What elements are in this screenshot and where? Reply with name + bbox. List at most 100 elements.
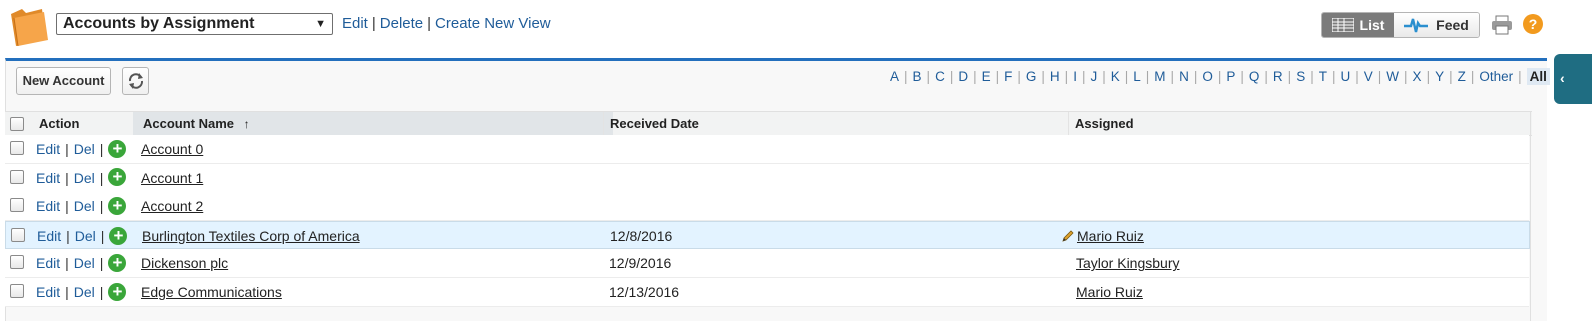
edit-link[interactable]: Edit bbox=[36, 255, 60, 271]
delete-view-link[interactable]: Delete bbox=[380, 15, 423, 32]
new-account-button[interactable]: New Account bbox=[16, 67, 111, 95]
edit-view-link[interactable]: Edit bbox=[342, 15, 368, 32]
edit-link[interactable]: Edit bbox=[36, 141, 60, 157]
alpha-filter-a[interactable]: A bbox=[890, 69, 899, 84]
alpha-filter-z[interactable]: Z bbox=[1458, 69, 1466, 84]
alpha-separator: | bbox=[1377, 69, 1382, 84]
row-checkbox[interactable] bbox=[10, 284, 24, 298]
row-checkbox[interactable] bbox=[10, 255, 24, 270]
pencil-icon[interactable] bbox=[1061, 229, 1075, 243]
alpha-filter-v[interactable]: V bbox=[1364, 69, 1373, 84]
alpha-filter-w[interactable]: W bbox=[1386, 69, 1399, 84]
view-select-value: Accounts by Assignment bbox=[63, 15, 255, 32]
alpha-separator: | bbox=[1017, 69, 1021, 84]
help-icon[interactable]: ? bbox=[1523, 14, 1543, 34]
refresh-button[interactable] bbox=[122, 67, 149, 95]
alpha-filter-m[interactable]: M bbox=[1154, 69, 1165, 84]
add-icon[interactable]: + bbox=[108, 282, 127, 301]
alpha-separator: | bbox=[1041, 69, 1045, 84]
assigned-user-link[interactable]: Mario Ruiz bbox=[1076, 284, 1143, 300]
alpha-filter-other[interactable]: Other bbox=[1479, 69, 1513, 84]
row-checkbox[interactable] bbox=[10, 169, 24, 184]
select-all-checkbox[interactable] bbox=[10, 117, 24, 131]
alpha-filter-b[interactable]: B bbox=[913, 69, 922, 84]
column-assigned[interactable]: Assigned bbox=[1068, 112, 1134, 135]
account-name-link[interactable]: Burlington Textiles Corp of America bbox=[142, 228, 360, 244]
alpha-separator: | bbox=[1170, 69, 1175, 84]
feed-label: Feed bbox=[1436, 17, 1469, 33]
add-icon[interactable]: + bbox=[109, 226, 128, 245]
alpha-filter-l[interactable]: L bbox=[1133, 69, 1141, 84]
alpha-separator: | bbox=[1240, 69, 1244, 84]
delete-link[interactable]: Del bbox=[74, 284, 95, 300]
alpha-separator: | bbox=[1310, 69, 1314, 84]
chevron-left-icon: ‹ bbox=[1560, 70, 1565, 86]
delete-link[interactable]: Del bbox=[75, 228, 96, 244]
row-actions: Edit | Del | + bbox=[36, 249, 127, 277]
alpha-separator: | bbox=[1193, 69, 1198, 84]
column-account-name[interactable]: Account Name ↑ bbox=[133, 112, 613, 135]
assigned-cell: Mario Ruiz bbox=[1076, 278, 1143, 306]
row-checkbox[interactable] bbox=[11, 227, 25, 242]
alpha-filter-k[interactable]: K bbox=[1111, 69, 1120, 84]
view-actions: Edit | Delete | Create New View bbox=[342, 15, 551, 32]
account-name-cell: Account 0 bbox=[141, 135, 203, 163]
alpha-filter-e[interactable]: E bbox=[982, 69, 991, 84]
delete-link[interactable]: Del bbox=[74, 170, 95, 186]
alpha-filter-all[interactable]: All bbox=[1526, 68, 1550, 85]
assigned-user-link[interactable]: Taylor Kingsbury bbox=[1076, 255, 1180, 271]
alpha-filter-r[interactable]: R bbox=[1273, 69, 1283, 84]
delete-link[interactable]: Del bbox=[74, 255, 95, 271]
alpha-filter-u[interactable]: U bbox=[1340, 69, 1350, 84]
add-icon[interactable]: + bbox=[108, 254, 127, 273]
alpha-filter-q[interactable]: Q bbox=[1249, 69, 1260, 84]
account-name-cell: Dickenson plc bbox=[141, 249, 228, 277]
alpha-filter-c[interactable]: C bbox=[935, 69, 945, 84]
edit-link[interactable]: Edit bbox=[36, 198, 60, 214]
alpha-filter-x[interactable]: X bbox=[1413, 69, 1422, 84]
alpha-filter-o[interactable]: O bbox=[1202, 69, 1213, 84]
account-name-link[interactable]: Edge Communications bbox=[141, 284, 282, 300]
list-view-button[interactable]: List bbox=[1322, 13, 1394, 37]
add-icon[interactable]: + bbox=[108, 168, 127, 187]
column-account-name-label: Account Name bbox=[143, 116, 235, 131]
delete-link[interactable]: Del bbox=[74, 198, 95, 214]
alpha-separator: | bbox=[1124, 69, 1129, 84]
assigned-user-link[interactable]: Mario Ruiz bbox=[1077, 228, 1144, 244]
edit-link[interactable]: Edit bbox=[37, 228, 61, 244]
alpha-filter-n[interactable]: N bbox=[1179, 69, 1189, 84]
row-checkbox[interactable] bbox=[10, 141, 24, 155]
account-name-link[interactable]: Account 0 bbox=[141, 141, 203, 157]
account-name-link[interactable]: Account 1 bbox=[141, 170, 203, 186]
row-checkbox[interactable] bbox=[10, 198, 24, 213]
view-select[interactable]: Accounts by Assignment ▼ bbox=[56, 13, 333, 35]
alpha-separator: | bbox=[1449, 69, 1453, 84]
alpha-separator: | bbox=[1264, 69, 1268, 84]
alpha-filter-s[interactable]: S bbox=[1296, 69, 1305, 84]
account-name-link[interactable]: Dickenson plc bbox=[141, 255, 228, 271]
edit-link[interactable]: Edit bbox=[36, 284, 60, 300]
row-actions: Edit | Del | + bbox=[36, 278, 127, 306]
side-panel-handle[interactable]: ‹ bbox=[1554, 54, 1592, 104]
alpha-separator: | bbox=[1404, 69, 1408, 84]
create-new-view-link[interactable]: Create New View bbox=[435, 15, 551, 32]
assigned-cell: Taylor Kingsbury bbox=[1076, 249, 1180, 277]
printer-icon[interactable] bbox=[1491, 15, 1513, 35]
alpha-filter-g[interactable]: G bbox=[1026, 69, 1037, 84]
feed-view-button[interactable]: Feed bbox=[1394, 13, 1479, 37]
alpha-separator: | bbox=[949, 69, 954, 84]
alpha-filter-h[interactable]: H bbox=[1050, 69, 1060, 84]
add-icon[interactable]: + bbox=[108, 196, 127, 215]
add-icon[interactable]: + bbox=[108, 139, 127, 158]
alpha-filter-y[interactable]: Y bbox=[1435, 69, 1444, 84]
account-name-link[interactable]: Account 2 bbox=[141, 198, 203, 214]
delete-link[interactable]: Del bbox=[74, 141, 95, 157]
alpha-filter-t[interactable]: T bbox=[1319, 69, 1327, 84]
column-received-date[interactable]: Received Date bbox=[603, 112, 1070, 135]
list-label: List bbox=[1359, 17, 1385, 33]
table-row: Edit | Del | + Account 2 bbox=[5, 192, 1529, 222]
edit-link[interactable]: Edit bbox=[36, 170, 60, 186]
folder-icon bbox=[11, 9, 48, 46]
alpha-filter-d[interactable]: D bbox=[958, 69, 968, 84]
list-icon bbox=[1331, 18, 1354, 32]
